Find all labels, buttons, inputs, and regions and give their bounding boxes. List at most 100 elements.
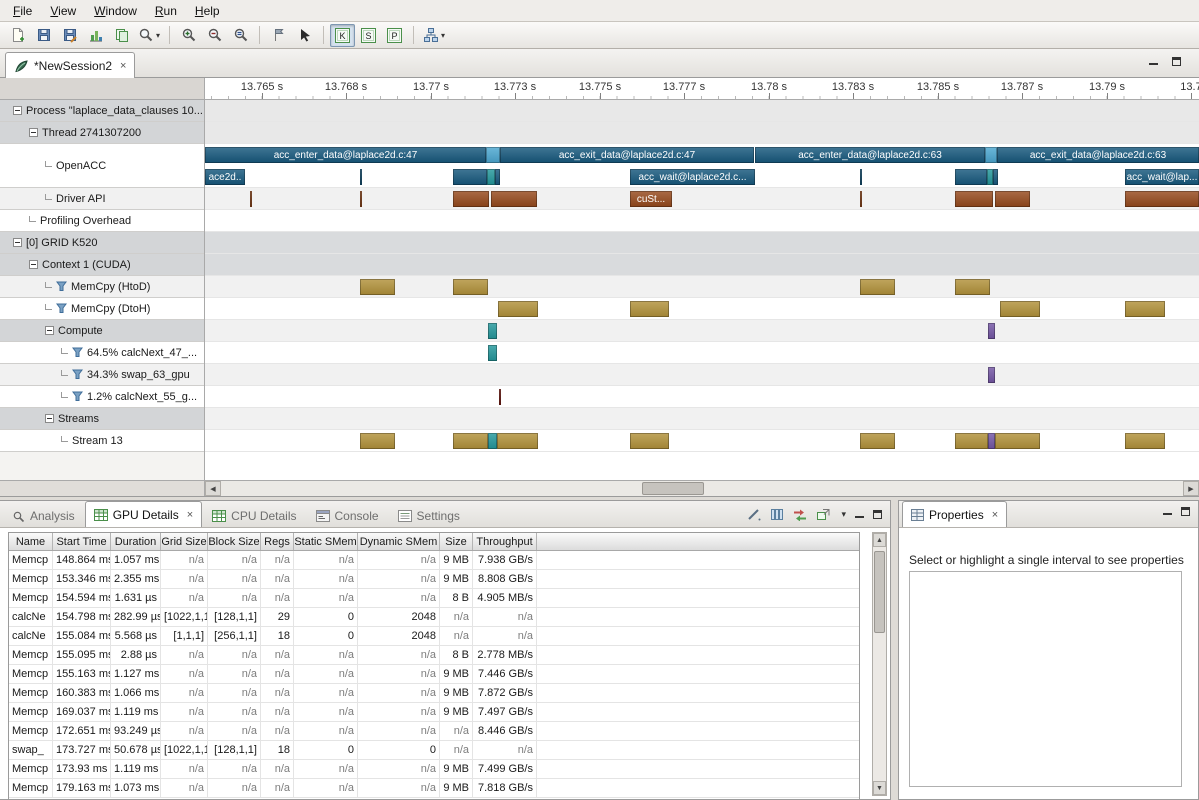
timeline-bar[interactable] xyxy=(360,279,395,295)
timeline-bar[interactable] xyxy=(955,433,988,449)
timeline-bar[interactable]: acc_enter_data@laplace2d.c:63 xyxy=(755,147,985,163)
timeline-bar[interactable] xyxy=(488,345,497,361)
menu-view[interactable]: View xyxy=(41,2,85,20)
table-row[interactable]: Memcp169.037 ms1.119 msn/an/an/an/an/a9 … xyxy=(9,703,859,722)
timeline-bar[interactable]: acc_enter_data@laplace2d.c:47 xyxy=(205,147,486,163)
timeline-bar[interactable] xyxy=(1125,433,1165,449)
timeline-bar[interactable] xyxy=(993,169,998,185)
table-row[interactable]: Memcp160.383 ms1.066 msn/an/an/an/an/a9 … xyxy=(9,684,859,703)
export-icon[interactable] xyxy=(816,508,830,521)
column-header-static-smem[interactable]: Static SMem xyxy=(294,533,358,550)
minimize-icon[interactable] xyxy=(1149,57,1158,66)
v-scroll-thumb[interactable] xyxy=(874,551,885,633)
collapse-toggle-icon[interactable] xyxy=(29,128,38,137)
process-toggle-button[interactable]: P xyxy=(382,24,407,47)
table-row[interactable]: Memcp173.93 ms1.119 msn/an/an/an/an/a9 M… xyxy=(9,760,859,779)
timeline-bar[interactable] xyxy=(955,191,993,207)
column-header-throughput[interactable]: Throughput xyxy=(473,533,537,550)
timeline-bar[interactable] xyxy=(491,191,537,207)
marker-button[interactable] xyxy=(266,24,291,47)
swap-arrows-icon[interactable] xyxy=(793,508,807,521)
timeline-bar[interactable] xyxy=(955,279,990,295)
timeline-bar[interactable] xyxy=(499,389,501,405)
column-header-dynamic-smem[interactable]: Dynamic SMem xyxy=(358,533,440,550)
timeline-canvas[interactable]: acc_enter_data@laplace2d.c:47 acc_exit_da… xyxy=(205,100,1199,480)
column-header-start-time[interactable]: Start Time xyxy=(53,533,111,550)
timeline-lane-34-3-swap-63-gpu[interactable] xyxy=(205,364,1199,386)
timeline-bar[interactable] xyxy=(486,147,500,163)
timeline-bar[interactable]: acc_wait@laplace2d.c... xyxy=(630,169,755,185)
analysis-button[interactable]: ▾ xyxy=(420,24,448,47)
collapse-toggle-icon[interactable] xyxy=(45,414,54,423)
scroll-left-button[interactable]: ◀ xyxy=(205,481,221,496)
timeline-bar[interactable] xyxy=(955,169,987,185)
collapse-toggle-icon[interactable] xyxy=(45,326,54,335)
timeline-lane-memcpy-dtoh[interactable] xyxy=(205,298,1199,320)
table-row[interactable]: Memcp155.163 ms1.127 msn/an/an/an/an/a9 … xyxy=(9,665,859,684)
pointer-button[interactable] xyxy=(292,24,317,47)
timeline-lane-1-2-calcnext-55-g[interactable] xyxy=(205,386,1199,408)
timeline-lane-64-5-calcnext-47[interactable] xyxy=(205,342,1199,364)
scroll-right-button[interactable]: ▶ xyxy=(1183,481,1199,496)
table-row[interactable]: Memcp148.864 ms1.057 msn/an/an/an/an/a9 … xyxy=(9,551,859,570)
timeline-bar[interactable] xyxy=(995,433,1040,449)
timeline-bar[interactable] xyxy=(860,279,895,295)
timeline-bar[interactable] xyxy=(360,433,395,449)
timeline-bar[interactable]: acc_exit_data@laplace2d.c:47 xyxy=(500,147,754,163)
timeline-bar[interactable] xyxy=(995,191,1030,207)
scroll-up-button[interactable]: ▲ xyxy=(873,533,886,547)
timeline-bar[interactable] xyxy=(453,433,488,449)
new-session-button[interactable] xyxy=(5,24,30,47)
table-row[interactable]: calcNe155.084 ms5.568 µs[1,1,1][256,1,1]… xyxy=(9,627,859,646)
timeline-bar[interactable] xyxy=(630,433,669,449)
stream-toggle-button[interactable]: S xyxy=(356,24,381,47)
timeline-bar[interactable]: acc_wait@lap... xyxy=(1125,169,1199,185)
scroll-down-button[interactable]: ▼ xyxy=(873,781,886,795)
kernel-toggle-button[interactable]: K xyxy=(330,24,355,47)
export-button[interactable] xyxy=(109,24,134,47)
minimize-icon[interactable] xyxy=(855,510,864,519)
timeline-tree-row-driver-api[interactable]: Driver API xyxy=(0,188,204,210)
table-row[interactable]: Memcp153.346 ms2.355 msn/an/an/an/an/a9 … xyxy=(9,570,859,589)
tab-gpu-details[interactable]: GPU Details× xyxy=(85,501,202,527)
pen-icon[interactable] xyxy=(747,507,761,521)
timeline-lane-0-grid-k520[interactable] xyxy=(205,232,1199,254)
timeline-lane-openacc[interactable]: acc_enter_data@laplace2d.c:47 acc_exit_da… xyxy=(205,144,1199,188)
timeline-bar[interactable] xyxy=(498,301,538,317)
timeline-bar[interactable] xyxy=(1125,191,1199,207)
timeline-bar[interactable] xyxy=(360,169,362,185)
maximize-icon[interactable] xyxy=(1172,57,1181,66)
timeline-lane-driver-api[interactable]: cuSt... xyxy=(205,188,1199,210)
timeline-bar[interactable] xyxy=(1125,301,1165,317)
timeline-bar[interactable] xyxy=(497,433,538,449)
table-row[interactable]: Memcp179.163 ms1.073 msn/an/an/an/an/a9 … xyxy=(9,779,859,798)
timeline-bar[interactable] xyxy=(1000,301,1040,317)
profile-button[interactable] xyxy=(83,24,108,47)
zoom-in-button[interactable] xyxy=(176,24,201,47)
column-header-grid-size[interactable]: Grid Size xyxy=(161,533,208,550)
timeline-tree-row-thread-2741307200[interactable]: Thread 2741307200 xyxy=(0,122,204,144)
column-header-regs[interactable]: Regs xyxy=(261,533,294,550)
timeline-tree-row-0-grid-k520[interactable]: [0] GRID K520 xyxy=(0,232,204,254)
timeline-lane-profiling-overhead[interactable] xyxy=(205,210,1199,232)
timeline-bar[interactable] xyxy=(988,433,995,449)
timeline-bar[interactable] xyxy=(360,191,362,207)
tab-analysis[interactable]: Analysis xyxy=(3,504,84,527)
table-v-scrollbar[interactable]: ▲ ▼ xyxy=(872,532,887,796)
timeline-bar[interactable] xyxy=(985,147,997,163)
collapse-toggle-icon[interactable] xyxy=(13,106,22,115)
timeline-bar[interactable] xyxy=(988,323,995,339)
timeline-lane-compute[interactable] xyxy=(205,320,1199,342)
column-header-block-size[interactable]: Block Size xyxy=(208,533,261,550)
timeline-bar[interactable] xyxy=(495,169,500,185)
timeline-bar[interactable] xyxy=(453,279,488,295)
timeline-lane-process-laplace-data-clauses-10[interactable] xyxy=(205,100,1199,122)
timeline-tree-row-profiling-overhead[interactable]: Profiling Overhead xyxy=(0,210,204,232)
column-header-size[interactable]: Size xyxy=(440,533,473,550)
timeline-bar[interactable] xyxy=(860,191,862,207)
timeline-lane-thread-2741307200[interactable] xyxy=(205,122,1199,144)
minimize-icon[interactable] xyxy=(1163,507,1172,516)
timeline-bar[interactable] xyxy=(860,433,895,449)
timeline-h-scrollbar[interactable]: ◀ ▶ xyxy=(205,480,1199,496)
timeline-tree-row-openacc[interactable]: OpenACC xyxy=(0,144,204,188)
